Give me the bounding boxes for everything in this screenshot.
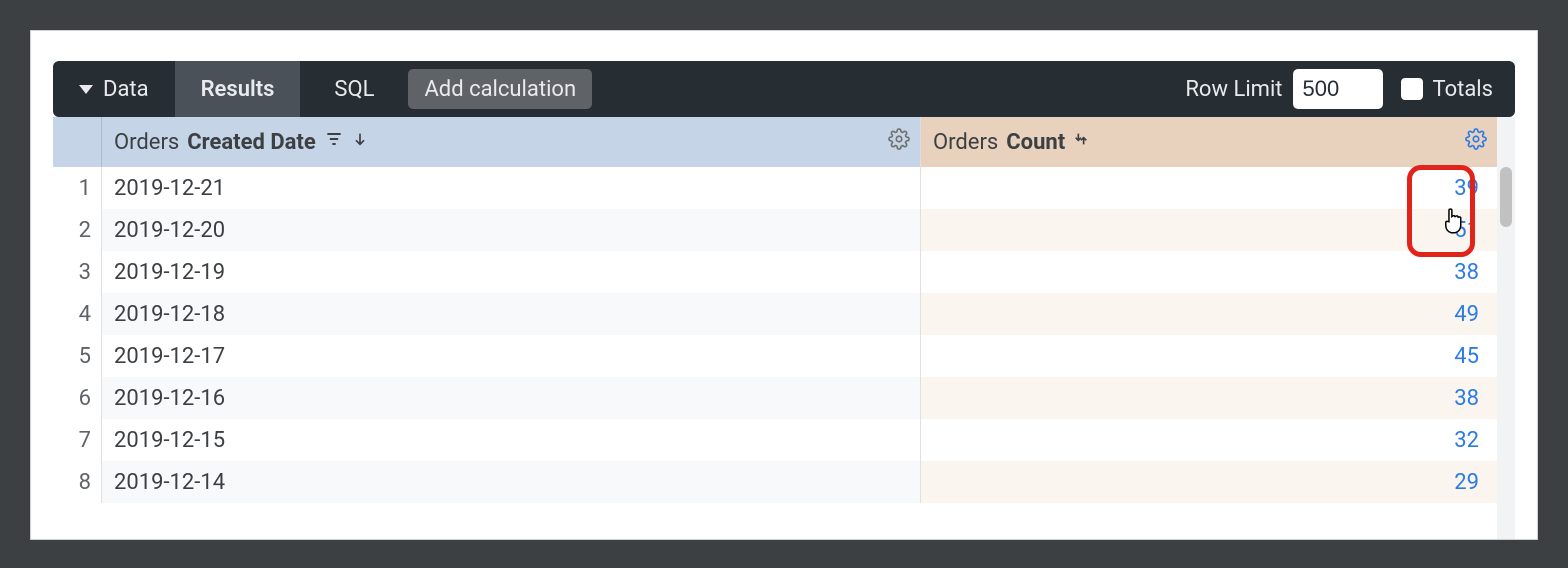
row-number-cell: 6 bbox=[53, 377, 102, 419]
row-number-cell: 3 bbox=[53, 251, 102, 293]
caret-down-icon bbox=[79, 85, 93, 94]
table-row: 2 2019-12-20 51 bbox=[53, 209, 1515, 251]
add-calculation-label: Add calculation bbox=[424, 77, 576, 102]
row-number-cell: 1 bbox=[53, 167, 102, 209]
totals-toggle[interactable]: Totals bbox=[1401, 77, 1515, 102]
count-cell[interactable]: 49 bbox=[921, 293, 1497, 335]
created-date-cell[interactable]: 2019-12-14 bbox=[102, 461, 921, 503]
table-row: 7 2019-12-15 32 bbox=[53, 419, 1515, 461]
gear-icon[interactable] bbox=[1465, 128, 1487, 156]
created-date-cell[interactable]: 2019-12-16 bbox=[102, 377, 921, 419]
row-number-cell: 4 bbox=[53, 293, 102, 335]
add-calculation-button[interactable]: Add calculation bbox=[408, 69, 592, 109]
row-limit-input[interactable] bbox=[1293, 69, 1383, 109]
results-grid: Orders Created Date Orders Count bbox=[53, 117, 1515, 503]
created-date-cell[interactable]: 2019-12-18 bbox=[102, 293, 921, 335]
tab-sql-label: SQL bbox=[334, 77, 374, 102]
column-header-count[interactable]: Orders Count bbox=[921, 117, 1497, 167]
created-date-cell[interactable]: 2019-12-15 bbox=[102, 419, 921, 461]
row-number-cell: 8 bbox=[53, 461, 102, 503]
tab-sql[interactable]: SQL bbox=[300, 61, 408, 117]
count-cell[interactable]: 32 bbox=[921, 419, 1497, 461]
vertical-scrollbar[interactable] bbox=[1497, 117, 1515, 539]
column-group-label: Orders bbox=[933, 130, 998, 155]
created-date-cell[interactable]: 2019-12-19 bbox=[102, 251, 921, 293]
count-cell[interactable]: 51 bbox=[921, 209, 1497, 251]
column-group-label: Orders bbox=[114, 130, 179, 155]
table-row: 4 2019-12-18 49 bbox=[53, 293, 1515, 335]
count-cell[interactable]: 38 bbox=[921, 251, 1497, 293]
grid-header-row: Orders Created Date Orders Count bbox=[53, 117, 1515, 167]
sort-descending-icon[interactable] bbox=[352, 129, 368, 155]
column-header-created-date[interactable]: Orders Created Date bbox=[102, 117, 921, 167]
results-panel: Data Results SQL Add calculation Row Lim… bbox=[30, 30, 1538, 540]
table-row: 8 2019-12-14 29 bbox=[53, 461, 1515, 503]
row-number-cell: 5 bbox=[53, 335, 102, 377]
tab-results-label: Results bbox=[201, 77, 275, 102]
row-limit-group: Row Limit bbox=[1185, 69, 1400, 109]
count-cell[interactable]: 39 bbox=[921, 167, 1497, 209]
tab-data[interactable]: Data bbox=[53, 61, 175, 117]
row-limit-label: Row Limit bbox=[1185, 77, 1282, 102]
tab-results[interactable]: Results bbox=[175, 61, 301, 117]
row-number-cell: 7 bbox=[53, 419, 102, 461]
row-number-header bbox=[53, 117, 102, 167]
table-row: 5 2019-12-17 45 bbox=[53, 335, 1515, 377]
column-field-label: Count bbox=[1006, 130, 1065, 155]
table-row: 1 2019-12-21 39 bbox=[53, 167, 1515, 209]
count-cell[interactable]: 38 bbox=[921, 377, 1497, 419]
column-field-label: Created Date bbox=[187, 130, 315, 155]
pivot-icon[interactable] bbox=[324, 129, 344, 155]
created-date-cell[interactable]: 2019-12-17 bbox=[102, 335, 921, 377]
created-date-cell[interactable]: 2019-12-20 bbox=[102, 209, 921, 251]
table-row: 3 2019-12-19 38 bbox=[53, 251, 1515, 293]
count-cell[interactable]: 45 bbox=[921, 335, 1497, 377]
count-cell[interactable]: 29 bbox=[921, 461, 1497, 503]
totals-checkbox[interactable] bbox=[1401, 78, 1423, 100]
tab-data-label: Data bbox=[103, 77, 149, 102]
totals-label: Totals bbox=[1433, 77, 1493, 102]
row-number-cell: 2 bbox=[53, 209, 102, 251]
data-tab-bar: Data Results SQL Add calculation Row Lim… bbox=[53, 61, 1515, 117]
table-row: 6 2019-12-16 38 bbox=[53, 377, 1515, 419]
drill-icon[interactable] bbox=[1073, 129, 1089, 155]
created-date-cell[interactable]: 2019-12-21 bbox=[102, 167, 921, 209]
gear-icon[interactable] bbox=[888, 128, 910, 156]
